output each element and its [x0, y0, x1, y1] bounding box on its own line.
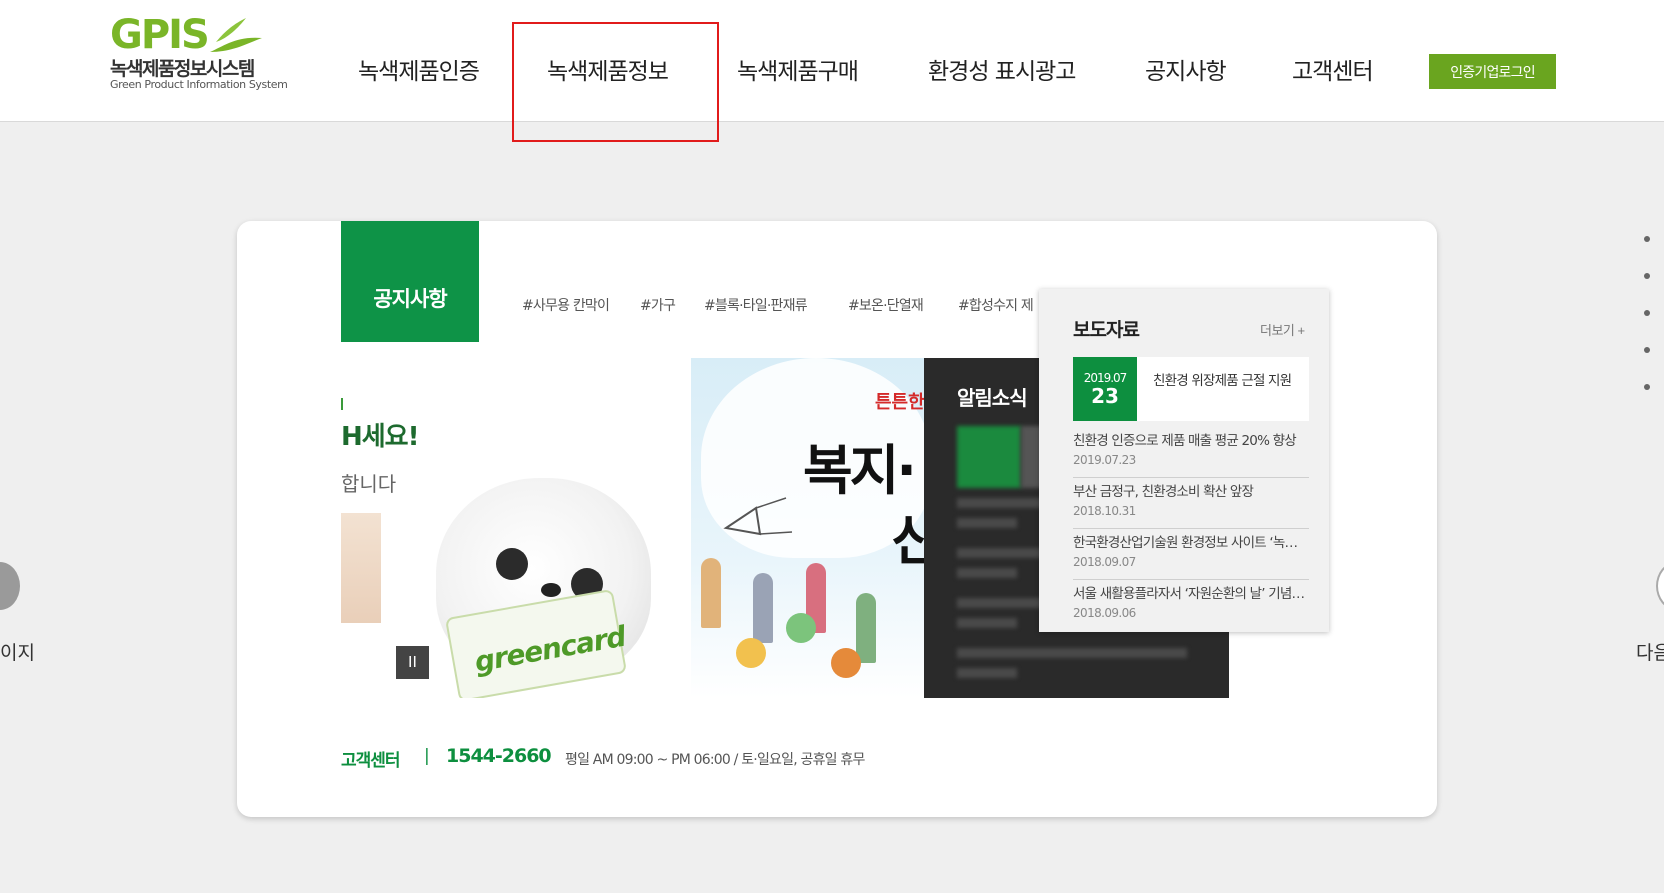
tag-item[interactable]: #보온·단열재 — [848, 295, 924, 315]
blurred-line — [957, 568, 1017, 578]
banner-greencard[interactable]: H세요! 합니다 greencard II — [341, 358, 691, 698]
person-figure — [753, 573, 773, 643]
section-dot[interactable] — [1644, 236, 1650, 242]
card-stack-image — [341, 513, 381, 623]
list-item-date: 2019.07.23 — [1073, 453, 1136, 467]
tag-item[interactable]: #블록·타일·판재류 — [704, 295, 808, 315]
banner-headline: H세요! — [341, 422, 419, 452]
feature-title: 친환경 위장제품 근절 지원 — [1153, 373, 1292, 389]
list-item-title: 서울 새활용플라자서 ‘자원순환의 날’ 기념행사 — [1073, 586, 1309, 602]
banner2-headline-2: 신 — [891, 509, 924, 572]
nav-customer-center[interactable]: 고객센터 — [1292, 52, 1374, 86]
cs-hours: 평일 AM 09:00 ~ PM 06:00 / 토·일요일, 공휴일 휴무 — [565, 752, 865, 768]
prev-page-label[interactable]: 이지 — [0, 638, 35, 665]
nav-green-certification[interactable]: 녹색제품인증 — [358, 52, 480, 86]
next-page-label[interactable]: 다음 — [1636, 638, 1664, 665]
date-day: 23 — [1091, 384, 1119, 408]
nav-notices[interactable]: 공지사항 — [1145, 52, 1227, 86]
notice-tab[interactable]: 공지사항 — [341, 221, 479, 342]
logo-english-text: Green Product Information System — [110, 78, 288, 91]
person-figure — [701, 558, 721, 628]
tag-item[interactable]: #가구 — [640, 295, 676, 315]
banner-subtext: 합니다 — [341, 472, 397, 496]
list-item[interactable]: 부산 금정구, 친환경소비 확산 앞장 2018.10.31 — [1073, 478, 1309, 529]
tag-item[interactable]: #사무용 칸막이 — [522, 295, 610, 315]
banner-accent — [341, 398, 343, 410]
person-figure — [856, 593, 876, 663]
list-item[interactable]: 서울 새활용플라자서 ‘자원순환의 날’ 기념행사 2018.09.06 — [1073, 580, 1309, 631]
cs-separator: | — [424, 746, 430, 766]
banner-welfare[interactable]: 튼튼한 복지· 신 — [691, 358, 924, 698]
list-item[interactable]: 친환경 인증으로 제품 매출 평균 20% 향상 2019.07.23 — [1073, 427, 1309, 478]
news-panel-title: 알림소식 — [957, 386, 1028, 410]
gpis-logo[interactable]: GPIS 녹색제품정보시스템 Green Product Information… — [110, 12, 288, 94]
list-item-date: 2018.10.31 — [1073, 504, 1136, 518]
greencard-text: greencard — [472, 619, 628, 679]
flower-shape — [831, 648, 861, 678]
press-title: 보도자료 — [1073, 319, 1140, 341]
press-feature-item[interactable]: 2019.07 23 친환경 위장제품 근절 지원 — [1073, 357, 1309, 421]
press-list: 친환경 인증으로 제품 매출 평균 20% 향상 2019.07.23 부산 금… — [1073, 427, 1309, 631]
banner2-headline: 복지· — [803, 439, 917, 502]
site-header: GPIS 녹색제품정보시스템 Green Product Information… — [0, 0, 1664, 142]
cs-phone[interactable]: 1544-2660 — [446, 745, 552, 767]
section-dots — [1644, 236, 1650, 421]
section-dot[interactable] — [1644, 273, 1650, 279]
list-item-date: 2018.09.07 — [1073, 555, 1136, 569]
date-year-month: 2019.07 — [1083, 371, 1128, 385]
flower-shape — [736, 638, 766, 668]
list-item-date: 2018.09.06 — [1073, 606, 1136, 620]
logo-korean-text: 녹색제품정보시스템 — [110, 58, 255, 80]
mascot-nose — [541, 583, 561, 597]
blurred-line — [957, 668, 1017, 678]
list-item-title: 친환경 인증으로 제품 매출 평균 20% 향상 — [1073, 433, 1297, 449]
nav-green-purchase[interactable]: 녹색제품구매 — [737, 52, 859, 86]
blurred-line — [957, 518, 1017, 528]
blurred-date-box — [957, 426, 1021, 488]
nav-eco-labeling-ads[interactable]: 환경성 표시광고 — [928, 52, 1076, 86]
nav-green-product-info[interactable]: 녹색제품정보 — [547, 52, 669, 86]
banner2-tag: 튼튼한 — [875, 392, 924, 413]
next-page-button[interactable] — [1656, 562, 1664, 610]
logo-mark: GPIS — [110, 12, 210, 58]
press-release-panel: 보도자료 더보기 + 2019.07 23 친환경 위장제품 근절 지원 친환경… — [1039, 289, 1329, 632]
section-dot[interactable] — [1644, 347, 1650, 353]
list-item-title: 부산 금정구, 친환경소비 확산 앞장 — [1073, 484, 1254, 500]
company-login-button[interactable]: 인증기업로그인 — [1429, 54, 1556, 89]
list-item[interactable]: 한국환경산업기술원 환경정보 사이트 ‘녹색제품’ 2018.09.07 — [1073, 529, 1309, 580]
flower-shape — [786, 613, 816, 643]
date-badge: 2019.07 23 — [1073, 357, 1137, 421]
cs-label: 고객센터 — [341, 751, 401, 771]
list-item-title: 한국환경산업기술원 환경정보 사이트 ‘녹색제품’ — [1073, 535, 1309, 551]
pause-button[interactable]: II — [396, 646, 429, 679]
prev-page-button[interactable] — [0, 562, 20, 610]
blurred-line — [957, 618, 1017, 628]
section-dot[interactable] — [1644, 384, 1650, 390]
mascot-eye — [496, 548, 528, 580]
main-card: 공지사항 #사무용 칸막이 #가구 #블록·타일·판재류 #보온·단열재 #합성… — [237, 221, 1437, 817]
section-dot[interactable] — [1644, 310, 1650, 316]
press-more-link[interactable]: 더보기 + — [1260, 320, 1305, 339]
megaphone-icon — [723, 497, 793, 536]
tag-item[interactable]: #합성수지 제 — [958, 295, 1034, 315]
blurred-line — [957, 648, 1187, 658]
